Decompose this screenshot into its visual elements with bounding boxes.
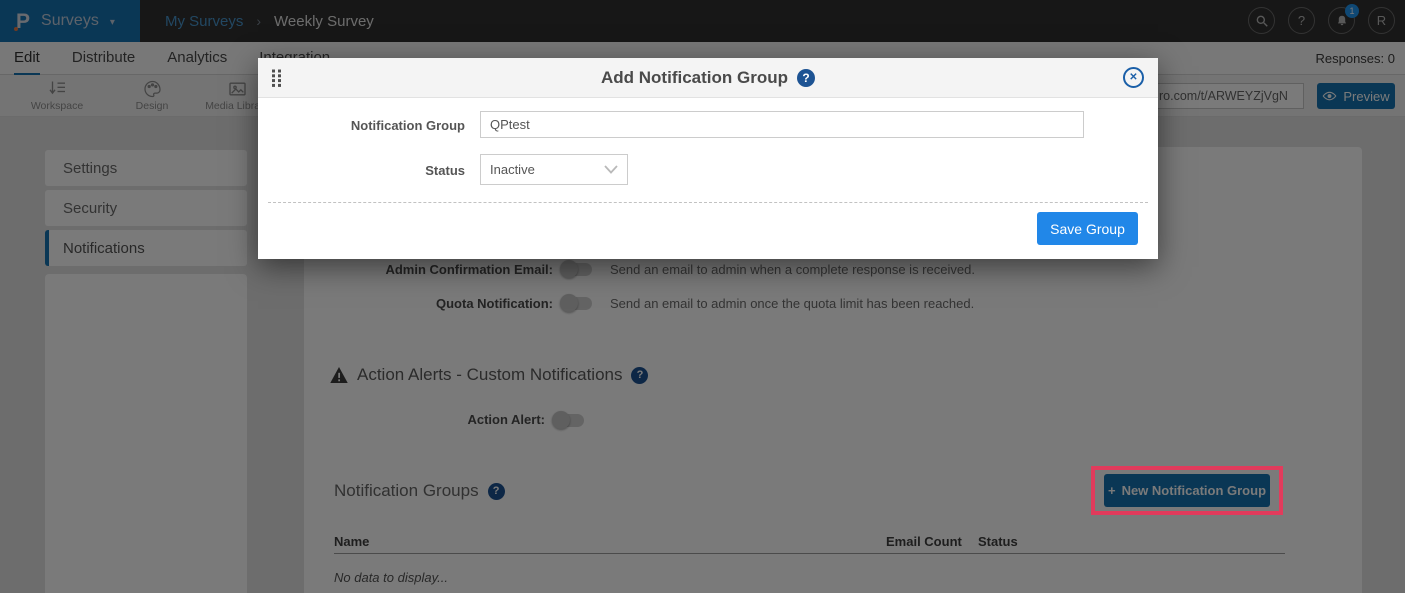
save-group-button[interactable]: Save Group: [1037, 212, 1138, 245]
drag-handle-icon[interactable]: [271, 69, 282, 87]
modal-divider: [268, 202, 1148, 203]
highlight-annotation-box: [1091, 466, 1283, 515]
status-selected-value: Inactive: [490, 162, 535, 177]
status-select[interactable]: Inactive: [480, 154, 628, 185]
add-notification-group-modal: Add Notification Group ? ✕ Notification …: [258, 58, 1158, 259]
notification-group-field-label: Notification Group: [258, 118, 465, 133]
modal-header: Add Notification Group ? ✕: [258, 58, 1158, 98]
status-field-label: Status: [258, 163, 465, 178]
modal-title: Add Notification Group: [601, 68, 788, 88]
notification-group-input[interactable]: [480, 111, 1084, 138]
app-window: P Surveys ▾ My Surveys › Weekly Survey ?…: [0, 0, 1405, 593]
modal-help-icon[interactable]: ?: [797, 69, 815, 87]
modal-close-button[interactable]: ✕: [1123, 67, 1144, 88]
chevron-down-icon: [604, 165, 618, 174]
